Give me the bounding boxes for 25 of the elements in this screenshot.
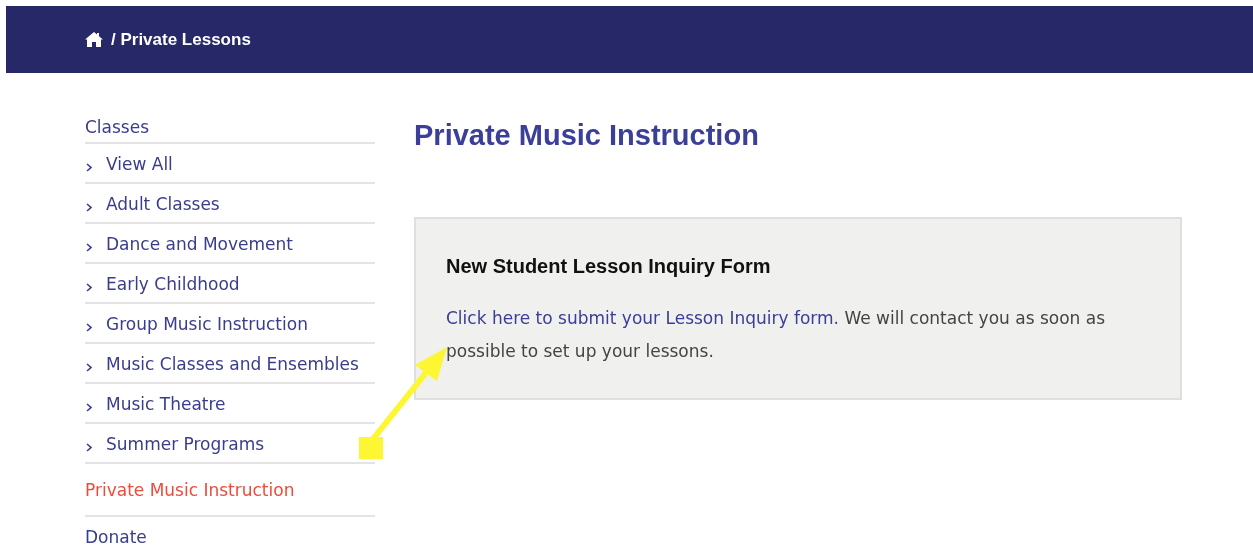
- sidebar-link[interactable]: Music Theatre: [106, 394, 226, 414]
- sidebar-link[interactable]: Private Music Instruction: [85, 479, 295, 500]
- page-title: Private Music Instruction: [414, 118, 760, 153]
- sidebar-link[interactable]: Classes: [85, 117, 150, 137]
- sidebar-link[interactable]: Adult Classes: [106, 194, 220, 214]
- inquiry-link[interactable]: Click here to submit your Lesson Inquiry form.: [446, 308, 839, 328]
- chevron-icon: [86, 402, 92, 412]
- breadcrumb-current: / Private Lessons: [111, 29, 251, 50]
- chevron-icon: [86, 282, 92, 292]
- chevron-icon: [86, 242, 92, 252]
- sidebar-link[interactable]: View All: [106, 154, 173, 174]
- sidebar-link[interactable]: Music Classes and Ensembles: [106, 354, 359, 374]
- card-title: New Student Lesson Inquiry Form: [446, 255, 772, 278]
- sidebar-link[interactable]: Dance and Movement: [106, 234, 293, 254]
- chevron-icon: [86, 442, 92, 452]
- sidebar-link[interactable]: Summer Programs: [106, 434, 265, 454]
- chevron-icon: [86, 362, 92, 372]
- card-text: Click here to submit your Lesson Inquiry form. We will contact you as soon as possible to set up your lessons.: [446, 307, 1106, 363]
- home-icon[interactable]: [85, 32, 103, 47]
- chevron-icon: [86, 322, 92, 332]
- sidebar-link[interactable]: Early Childhood: [106, 274, 240, 294]
- chevron-icon: [86, 202, 92, 212]
- chevron-icon: [86, 162, 92, 172]
- sidebar-link[interactable]: Group Music Instruction: [106, 314, 308, 334]
- sidebar-link[interactable]: Donate: [85, 527, 147, 547]
